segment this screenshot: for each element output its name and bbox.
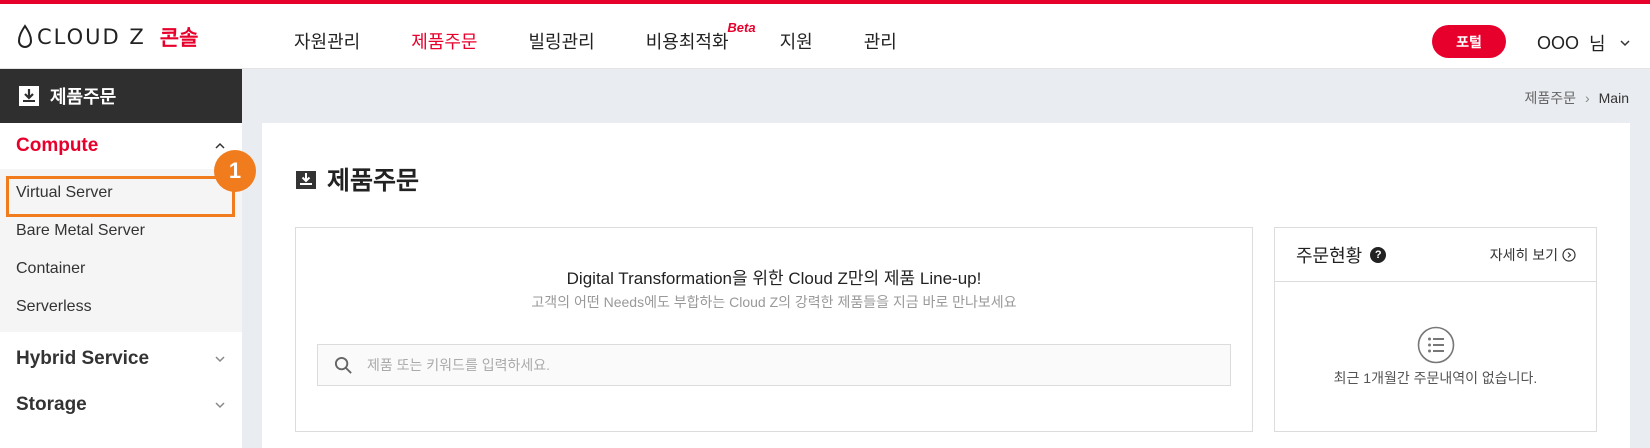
sidebar-item-container[interactable]: Container: [0, 250, 242, 288]
sidebar-category-compute[interactable]: Compute: [0, 123, 242, 169]
empty-order-message: 최근 1개월간 주문내역이 없습니다.: [1333, 370, 1538, 386]
order-status-panel: 주문현황 ? 자세히 보기 최근 1개월간 주문내역이 없습니다.: [1274, 227, 1597, 432]
breadcrumb-current: Main: [1598, 90, 1629, 106]
order-status-title-text: 주문현황: [1296, 245, 1363, 266]
nav-admin[interactable]: 관리: [864, 28, 897, 54]
page-title-text: 제품주문: [327, 167, 420, 195]
search-icon: [334, 356, 352, 374]
sidebar-item-serverless[interactable]: Serverless: [0, 288, 242, 326]
sidebar-item-virtual-server[interactable]: Virtual Server 1: [0, 150, 256, 217]
chevron-down-icon: [215, 402, 225, 409]
chevron-down-icon: [1620, 40, 1630, 47]
sidebar-item-bare-metal-server[interactable]: Bare Metal Server: [0, 212, 242, 250]
list-icon: [1417, 326, 1455, 364]
breadcrumb: 제품주문 › Main: [1524, 88, 1629, 108]
order-status-header: 주문현황 ? 자세히 보기: [1275, 228, 1596, 282]
logo[interactable]: CLOUD Z 콘솔: [16, 22, 198, 52]
order-status-title: 주문현황 ?: [1296, 242, 1387, 268]
arrow-circle-right-icon: [1562, 247, 1576, 262]
promo-title: Digital Transformation을 위한 Cloud Z만의 제품 …: [566, 269, 982, 288]
sidebar-item-label: Container: [16, 260, 86, 277]
category-label: Storage: [16, 394, 87, 415]
compute-submenu: Virtual Server 1 Bare Metal Server Conta…: [0, 150, 256, 332]
search-input[interactable]: [367, 357, 1187, 373]
step-highlight-box: [6, 176, 235, 217]
sidebar: 제품주문 Compute Virtual Server 1 Bare Metal…: [0, 69, 256, 448]
user-menu[interactable]: OOO 님: [1537, 30, 1632, 56]
view-details-link[interactable]: 자세히 보기: [1490, 245, 1576, 265]
help-icon[interactable]: ?: [1370, 246, 1387, 263]
user-name: OOO: [1537, 32, 1580, 53]
sidebar-item-label: Serverless: [16, 298, 92, 315]
download-box-icon: [19, 86, 39, 106]
search-box[interactable]: [317, 344, 1231, 386]
chevron-up-icon: [215, 142, 225, 149]
logo-drop-icon: [17, 24, 33, 48]
nav-product-order[interactable]: 제품주문: [411, 28, 477, 54]
step-badge: 1: [214, 150, 256, 192]
sidebar-item-label: Bare Metal Server: [16, 222, 145, 239]
category-label: Hybrid Service: [16, 348, 150, 369]
product-search-panel: Digital Transformation을 위한 Cloud Z만의 제품 …: [295, 227, 1253, 432]
download-box-icon: [296, 171, 316, 189]
nav-support[interactable]: 지원: [780, 28, 813, 54]
brand-name: CLOUD Z: [37, 25, 146, 49]
chevron-right-icon: ›: [1584, 90, 1590, 106]
nav-cost-optimization-label: 비용최적화: [645, 32, 729, 52]
sidebar-category-hybrid-service[interactable]: Hybrid Service: [0, 336, 242, 382]
nav-cost-optimization[interactable]: 비용최적화 Beta: [645, 20, 756, 54]
main-content: 제품주문 Digital Transformation을 위한 Cloud Z만…: [262, 123, 1630, 448]
sidebar-header: 제품주문: [0, 69, 242, 123]
user-suffix: 님: [1589, 34, 1606, 54]
chevron-down-icon: [215, 356, 225, 363]
top-navigation-bar: CLOUD Z 콘솔 자원관리 제품주문 빌링관리 비용최적화 Beta 지원 관…: [0, 0, 1650, 69]
promo-subtitle: 고객의 어떤 Needs에도 부합하는 Cloud Z의 강력한 제품들을 지금…: [531, 294, 1017, 310]
view-details-label: 자세히 보기: [1489, 246, 1558, 263]
sidebar-category-storage[interactable]: Storage: [0, 382, 242, 428]
portal-button[interactable]: 포털: [1432, 25, 1506, 58]
page-title: 제품주문: [295, 161, 419, 197]
console-label: 콘솔: [159, 27, 199, 50]
nav-resource-management[interactable]: 자원관리: [294, 28, 360, 54]
main-nav: 자원관리 제품주문 빌링관리 비용최적화 Beta 지원 관리: [294, 20, 948, 54]
beta-badge: Beta: [727, 20, 756, 35]
category-label: Compute: [16, 135, 99, 156]
sidebar-title: 제품주문: [50, 87, 117, 107]
nav-billing-management[interactable]: 빌링관리: [529, 28, 595, 54]
breadcrumb-parent[interactable]: 제품주문: [1524, 88, 1576, 108]
